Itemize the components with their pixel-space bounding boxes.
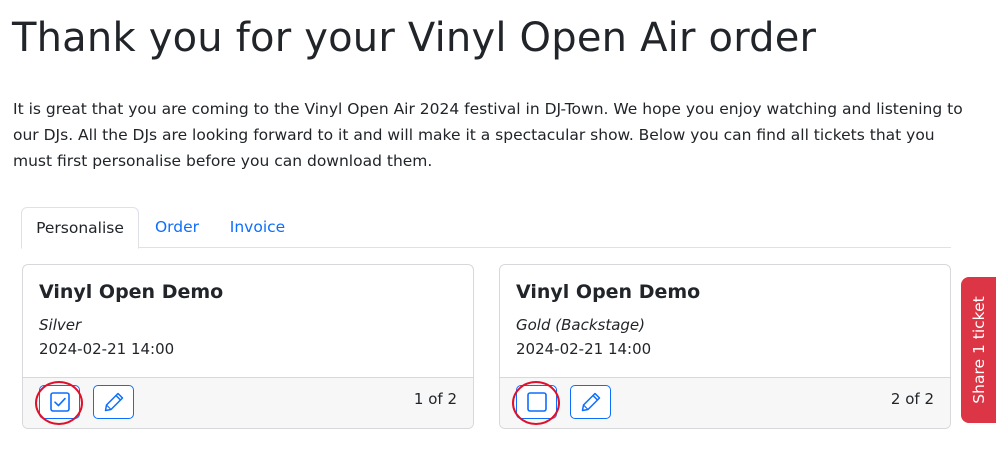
ticket-card-footer: 2 of 2 (500, 377, 950, 428)
intro-text: It is great that you are coming to the V… (13, 100, 963, 170)
tab-order[interactable]: Order (139, 207, 215, 248)
checked-box-icon (49, 392, 70, 412)
ticket-card: Vinyl Open Demo Silver 2024-02-21 14:00 … (22, 264, 474, 429)
share-ticket-label: Share 1 ticket (969, 296, 988, 404)
ticket-type: Gold (Backstage) (516, 316, 646, 334)
edit-ticket-button[interactable] (570, 385, 611, 419)
tab-personalise[interactable]: Personalise (21, 207, 139, 249)
empty-box-icon (526, 392, 547, 412)
ticket-datetime: 2024-02-21 14:00 (516, 340, 652, 358)
ticket-event-name: Vinyl Open Demo (39, 281, 224, 303)
share-ticket-button[interactable]: Share 1 ticket (961, 277, 996, 423)
ticket-type: Silver (39, 316, 82, 334)
pencil-icon (104, 392, 123, 412)
order-confirmation-page: Thank you for your Vinyl Open Air order … (0, 0, 996, 453)
ticket-position: 2 of 2 (890, 390, 934, 408)
select-ticket-checkbox[interactable] (516, 385, 557, 419)
select-ticket-checkbox[interactable] (39, 385, 80, 419)
ticket-position: 1 of 2 (413, 390, 457, 408)
pencil-icon (581, 392, 600, 412)
page-title: Thank you for your Vinyl Open Air order (12, 15, 817, 61)
ticket-event-name: Vinyl Open Demo (516, 281, 701, 303)
ticket-card: Vinyl Open Demo Gold (Backstage) 2024-02… (499, 264, 951, 429)
ticket-card-footer: 1 of 2 (23, 377, 473, 428)
ticket-tabs: Personalise Order Invoice (21, 207, 951, 249)
ticket-datetime: 2024-02-21 14:00 (39, 340, 175, 358)
tab-invoice[interactable]: Invoice (219, 207, 296, 248)
edit-ticket-button[interactable] (93, 385, 134, 419)
